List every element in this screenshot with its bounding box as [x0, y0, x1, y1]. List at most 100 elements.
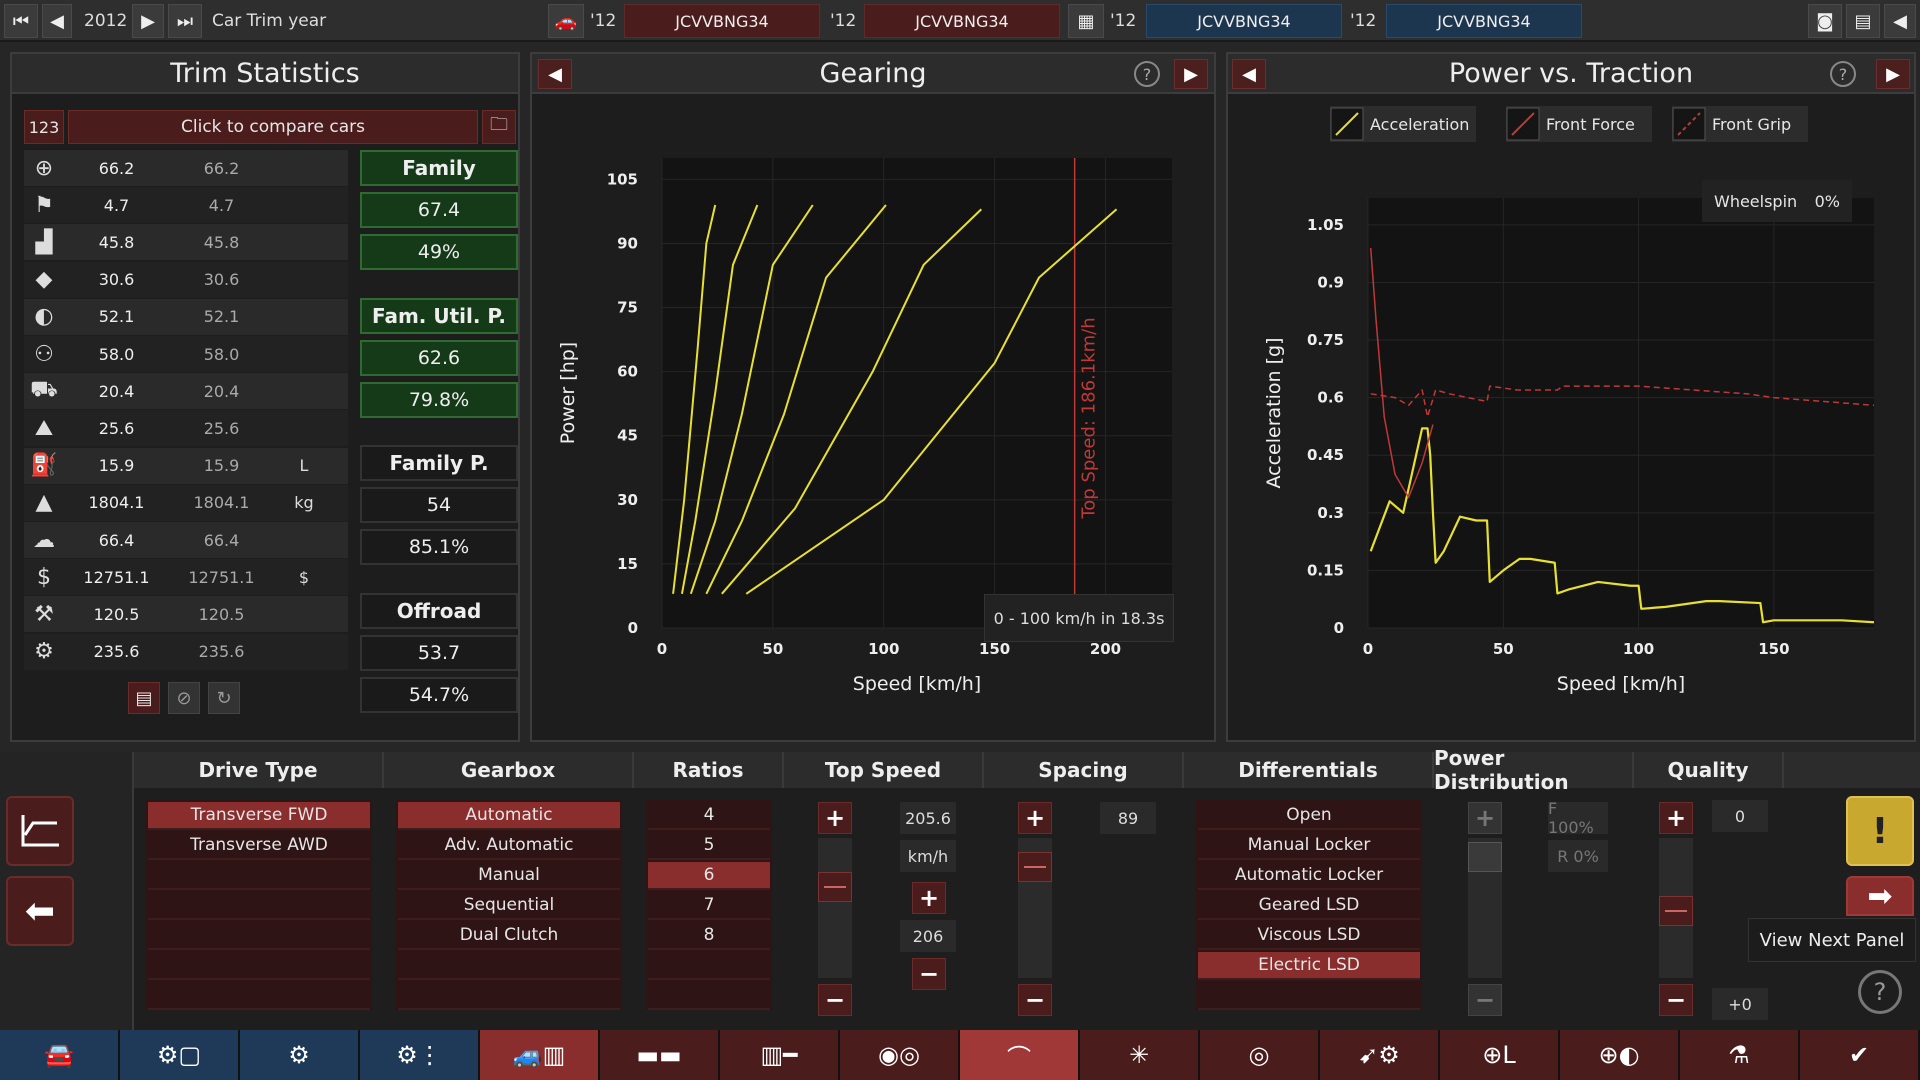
prev-year-icon[interactable]: ◀ — [42, 4, 72, 38]
target-speed-plus-button[interactable]: + — [912, 882, 946, 914]
keyboard-icon[interactable]: ▦ — [1068, 4, 1104, 38]
chassis-icon[interactable]: 🚙▥ — [480, 1030, 600, 1080]
spacing-slider-handle[interactable] — [1018, 852, 1052, 882]
stat-compare-value: 52.1 — [203, 307, 240, 327]
next-panel-arrow-icon[interactable]: ➡ — [1846, 876, 1914, 916]
cost-icon: $ — [37, 564, 51, 590]
tyre-icon[interactable]: ◎ — [1200, 1030, 1320, 1080]
power-prev-icon[interactable]: ◀ — [1232, 59, 1266, 89]
compare-cars-button[interactable]: Click to compare cars — [68, 110, 478, 144]
testing-icon[interactable]: ⚗ — [1680, 1030, 1800, 1080]
first-year-button[interactable]: ⏮ — [4, 4, 38, 38]
spacing-value: 89 — [1100, 802, 1156, 834]
folder-car-icon[interactable]: 🗀 — [482, 110, 516, 144]
camera-icon[interactable]: ◙ — [1808, 4, 1842, 38]
stat-row: ⛰ 25.6 25.6 — [24, 410, 348, 447]
warning-icon[interactable]: ! — [1846, 796, 1914, 866]
rating-card-title: Fam. Util. P. — [360, 297, 518, 334]
suspension-icon[interactable]: ▬▬ — [600, 1030, 720, 1080]
trim-statistics-panel: Trim Statistics 123 Click to compare car… — [10, 52, 520, 742]
back-arrow-icon[interactable]: ⬅ — [6, 876, 74, 946]
clear-icon[interactable]: ⊘ — [168, 682, 200, 714]
reset-icon[interactable]: ↻ — [208, 682, 240, 714]
back-icon[interactable]: ◀ — [1884, 4, 1916, 38]
gearing-prev-icon[interactable]: ◀ — [538, 59, 572, 89]
quality-minus-button[interactable]: − — [1659, 984, 1693, 1016]
stat-row: ▲ 1804.1 1804.1 kg — [24, 484, 348, 521]
stat-row: $12751.1 12751.1 $ — [24, 559, 348, 596]
car-slot-4[interactable]: JCVVBNG34 — [1386, 4, 1582, 38]
notes-icon[interactable]: ▤ — [128, 682, 160, 714]
target-speed-minus-button[interactable]: − — [912, 958, 946, 990]
gearing-icon[interactable]: ⌒ — [960, 1030, 1080, 1080]
differentials-option[interactable]: Viscous LSD — [1198, 922, 1420, 950]
gearbox-option[interactable]: Automatic — [398, 802, 620, 830]
last-year-button[interactable]: ⏭ — [168, 4, 202, 38]
car-slot-1[interactable]: JCVVBNG34 — [624, 4, 820, 38]
top-speed-slider-handle[interactable] — [818, 872, 852, 902]
car-body-icon[interactable]: 🚘 — [0, 1030, 120, 1080]
drive-type-option[interactable]: Transverse AWD — [148, 832, 370, 860]
power-next-icon[interactable]: ▶ — [1876, 59, 1910, 89]
differentials-header: Differentials — [1184, 752, 1434, 788]
engine-tune-icon[interactable]: ⚙⋮ — [360, 1030, 480, 1080]
spacing-header: Spacing — [984, 752, 1184, 788]
help-icon[interactable]: ? — [1858, 970, 1902, 1014]
wheels-icon[interactable]: ✳ — [1080, 1030, 1200, 1080]
stat-row: ⚑ 4.7 4.7 — [24, 187, 348, 224]
gearbox-option[interactable]: Sequential — [398, 892, 620, 920]
car-slot-3[interactable]: JCVVBNG34 — [1146, 4, 1342, 38]
safety-icon[interactable]: ⊕◐ — [1560, 1030, 1680, 1080]
quality-slider-handle[interactable] — [1659, 896, 1693, 926]
drivetrain-icon[interactable]: ▥━ — [720, 1030, 840, 1080]
top-speed-slider[interactable] — [818, 838, 852, 978]
gearbox-option[interactable]: Adv. Automatic — [398, 832, 620, 860]
power-dist-plus-button[interactable]: + — [1468, 802, 1502, 834]
differentials-option[interactable]: Geared LSD — [1198, 892, 1420, 920]
x-tick-label: 150 — [979, 640, 1010, 658]
stat-unit — [274, 224, 334, 260]
power-dist-handle[interactable] — [1468, 842, 1502, 872]
spacing-minus-button[interactable]: − — [1018, 984, 1052, 1016]
differentials-option[interactable]: Automatic Locker — [1198, 862, 1420, 890]
quality-plus-button[interactable]: + — [1659, 802, 1693, 834]
aero-icon[interactable]: ➹⚙ — [1320, 1030, 1440, 1080]
table-icon[interactable]: ▤ — [1846, 4, 1880, 38]
gearing-help-icon[interactable]: ? — [1134, 61, 1160, 87]
car-slot-2[interactable]: JCVVBNG34 — [864, 4, 1060, 38]
chart-toggle-icon[interactable] — [6, 796, 74, 866]
x-tick-label: 50 — [1493, 640, 1514, 658]
empty-option-slot — [398, 982, 620, 1010]
brakes-icon[interactable]: ◉◎ — [840, 1030, 960, 1080]
rating-card-title: Family — [360, 150, 518, 186]
car-icon[interactable]: 🚗 — [548, 4, 584, 38]
ratios-option[interactable]: 7 — [648, 892, 770, 920]
ratios-option[interactable]: 6 — [648, 862, 770, 890]
top-speed-minus-button[interactable]: − — [818, 984, 852, 1016]
stat-compare-value: 235.6 — [198, 642, 245, 662]
next-year-icon[interactable]: ▶ — [132, 4, 164, 38]
ratios-option[interactable]: 5 — [648, 832, 770, 860]
rating-card-percent: 49% — [360, 234, 518, 270]
differentials-option[interactable]: Electric LSD — [1198, 952, 1420, 980]
differentials-option[interactable]: Manual Locker — [1198, 832, 1420, 860]
stat-row: ◐ 52.1 52.1 — [24, 298, 348, 335]
race-flag-icon: ⚑ — [34, 192, 54, 218]
drive-type-option[interactable]: Transverse FWD — [148, 802, 370, 830]
engine-icon[interactable]: ⚙ — [240, 1030, 360, 1080]
ratios-option[interactable]: 8 — [648, 922, 770, 950]
gearbox-option[interactable]: Dual Clutch — [398, 922, 620, 950]
differentials-option[interactable]: Open — [1198, 802, 1420, 830]
power-help-icon[interactable]: ? — [1830, 61, 1856, 87]
finish-icon[interactable]: ✔ — [1800, 1030, 1920, 1080]
top-speed-plus-button[interactable]: + — [818, 802, 852, 834]
gearbox-option[interactable]: Manual — [398, 862, 620, 890]
gearing-next-icon[interactable]: ▶ — [1174, 59, 1208, 89]
spacing-plus-button[interactable]: + — [1018, 802, 1052, 834]
power-dist-minus-button[interactable]: − — [1468, 984, 1502, 1016]
quality-value: 0 — [1712, 800, 1768, 832]
stat-unit — [274, 336, 334, 372]
engine-family-icon[interactable]: ⚙▢ — [120, 1030, 240, 1080]
interior-icon[interactable]: ⊕L — [1440, 1030, 1560, 1080]
ratios-option[interactable]: 4 — [648, 802, 770, 830]
